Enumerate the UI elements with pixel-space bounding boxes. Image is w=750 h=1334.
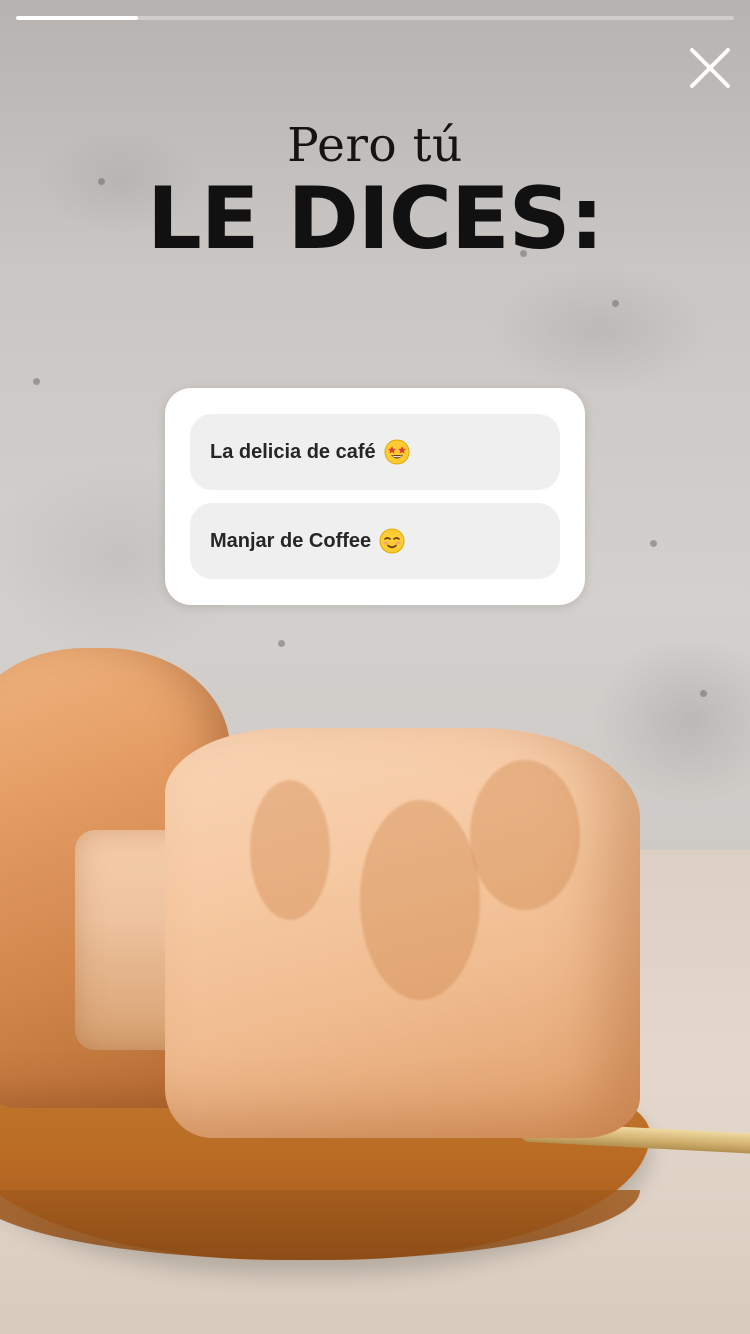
wall-texture-speck: [33, 378, 40, 385]
close-button[interactable]: [686, 44, 734, 92]
poll-option-2[interactable]: Manjar de Coffee: [190, 503, 560, 579]
cake-marble-swirl: [470, 760, 580, 910]
cake-marble-swirl: [250, 780, 330, 920]
title-small: Pero tú: [287, 118, 463, 173]
poll-option-label: Manjar de Coffee: [210, 529, 372, 552]
story-progress-fill: [16, 16, 139, 20]
title-big: LE DICES:: [146, 169, 604, 269]
close-icon: [690, 48, 730, 88]
wall-texture-speck: [612, 300, 619, 307]
poll-option-1[interactable]: La delicia de café: [190, 414, 560, 490]
wall-texture-speck: [700, 690, 707, 697]
poll-option-label: La delicia de café: [210, 440, 376, 463]
relieved-smile-emoji-icon: [379, 528, 405, 554]
story-progress-bar: [16, 16, 734, 20]
wall-texture-speck: [278, 640, 285, 647]
wall-texture-speck: [650, 540, 657, 547]
story-viewer: Pero tú LE DICES: La delicia de café Man…: [0, 0, 750, 1334]
star-struck-emoji-icon: [384, 439, 410, 465]
cake-marble-swirl: [360, 800, 480, 1000]
poll-sticker: La delicia de café Manjar de Coffee: [165, 388, 585, 605]
